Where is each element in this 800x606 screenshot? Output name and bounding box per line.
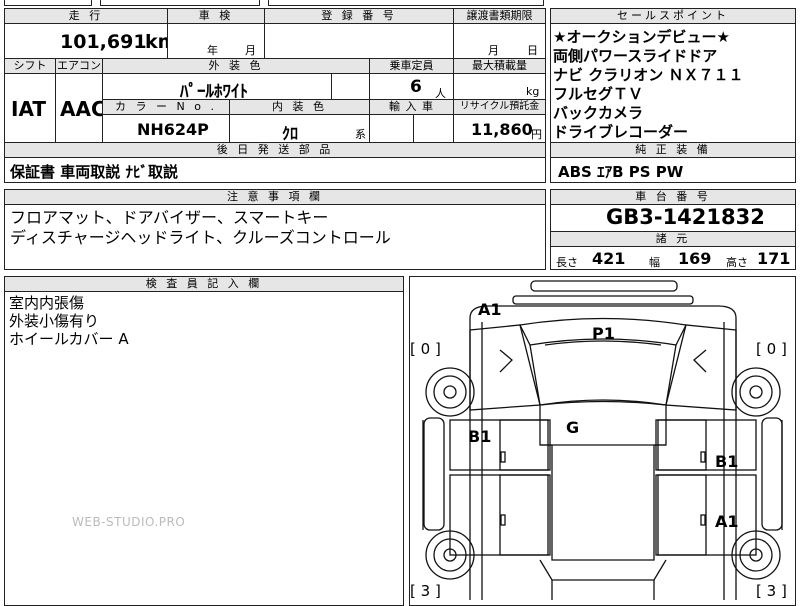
transfer-deadline-header: 譲渡書類期限 [453,8,546,24]
damage-mark-a1-right: A1 [715,512,739,531]
max-load-header: 最大積載量 [453,58,546,74]
sales-points-list: ★オークションデビュー★ 両側パワースライドドア ナビ クラリオン ＮＸ７１１ … [553,28,743,142]
top-cut-box-3 [268,0,544,6]
inspection-month-unit: 月 [245,44,256,57]
interior-color-suffix: 系 [355,128,366,141]
standard-equipment-header: 純 正 装 備 [550,142,796,158]
damage-mark-p1: P1 [592,324,615,343]
spec-width-value: 169 [678,249,712,268]
notes-header: 注 意 事 項 欄 [4,189,546,205]
spec-height-label: 高さ [726,256,748,269]
damage-mark-g: G [566,418,580,437]
interior-color-header: 内 装 色 [229,99,370,115]
notes-line: ディスチャージヘッドライト、クルーズコントロール [10,228,391,247]
import-cell-b [413,114,454,143]
recycle-value: 11,860 [471,120,533,139]
tire-front-right: [ 0 ] [756,340,787,358]
interior-color-value: ｸﾛ [282,124,299,143]
transfer-day-unit: 日 [527,44,538,57]
sales-point-item: ★オークションデビュー★ [553,28,730,46]
import-cell-a [369,114,414,143]
registration-header: 登 録 番 号 [264,8,454,24]
shift-header: シフト [4,58,56,74]
max-load-unit: kg [526,85,540,98]
capacity-header: 乗車定員 [369,58,454,74]
mileage-value: 101,691 [60,31,147,53]
chassis-number-header: 車 台 番 号 [550,189,796,205]
color-no-value: NH624P [137,120,209,139]
color-no-header: カ ラ ー N o . [102,99,230,115]
recycle-unit: 円 [531,128,542,141]
inspector-note-line: ホイールカバー A [9,330,129,348]
spec-length-value: 421 [592,249,626,268]
shift-value: IAT [11,97,47,121]
exterior-color-extra [331,73,370,100]
watermark: WEB-STUDIO.PRO [72,515,186,529]
top-cut-box-2 [100,0,260,6]
inspector-note-line: 外装小傷有り [9,312,100,330]
later-parts-header: 後 日 発 送 部 品 [4,142,546,158]
exterior-color-header: 外 装 色 [102,58,370,74]
tire-rear-right-value: 3 [766,582,777,600]
notes-list: フロアマット、ドアバイザー、スマートキー ディスチャージヘッドライト、クルーズコ… [10,208,391,248]
transfer-month-unit: 月 [488,44,499,57]
tire-rear-right: [ 3 ] [756,582,787,600]
sales-point-item: 両側パワースライドドア [553,47,718,65]
top-cut-box-1 [4,0,92,6]
inspection-header: 車 検 [167,8,265,24]
sales-point-item: ナビ クラリオン ＮＸ７１１ [553,66,744,84]
sales-point-item: ドライブレコーダー [553,123,689,141]
sales-points-header: セールスポイント [550,8,796,24]
sales-point-item: フルセグＴＶ [553,85,644,103]
inspection-year-unit: 年 [207,44,218,57]
standard-equipment-value: ABS ｴｱB PS PW [558,163,684,181]
interior-color-cell [229,114,370,143]
tire-rear-left-value: 3 [420,582,431,600]
tire-front-left: [ 0 ] [410,340,441,358]
notes-line: フロアマット、ドアバイザー、スマートキー [10,208,329,227]
specs-header: 諸 元 [550,231,796,247]
inspector-notes-list: 室内内張傷 外装小傷有り ホイールカバー A [9,294,129,348]
later-parts-value: 保証書 車両取説 ﾅﾋﾞ取説 [10,163,178,181]
recycle-header: リサイクル預託金 [453,99,546,115]
aircon-value: AAC [60,97,106,121]
chassis-number-value: GB3-1421832 [606,205,765,229]
spec-height-value: 171 [757,249,791,268]
tire-front-left-value: 0 [420,340,431,358]
inspector-notes-header: 検 査 員 記 入 欄 [4,276,404,292]
damage-mark-a1-top: A1 [478,300,502,319]
damage-mark-b1-left: B1 [468,427,492,446]
sales-point-item: バックカメラ [553,104,644,122]
inspector-note-line: 室内内張傷 [9,294,85,312]
registration-cell [264,23,454,59]
import-header: 輸 入 車 [369,99,454,115]
capacity-value: 6 [410,77,422,97]
tire-rear-left: [ 3 ] [410,582,441,600]
damage-mark-b1-right: B1 [715,452,739,471]
aircon-header: エアコン [55,58,103,74]
spec-length-label: 長さ [556,256,578,269]
tire-front-right-value: 0 [766,340,777,358]
spec-width-label: 幅 [649,256,660,269]
mileage-header: 走 行 [4,8,168,24]
